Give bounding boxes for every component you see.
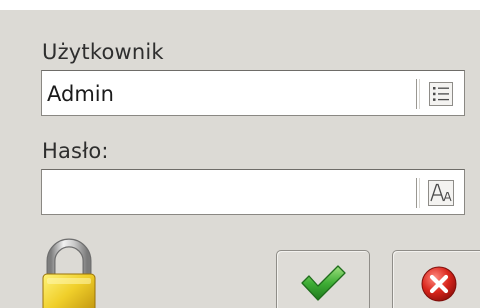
checkmark-icon <box>301 265 346 301</box>
list-icon <box>429 82 453 106</box>
password-field[interactable] <box>41 169 465 215</box>
confirm-button[interactable] <box>276 250 370 308</box>
username-value: Admin <box>47 82 114 106</box>
field-separator <box>416 79 420 109</box>
login-dialog: Użytkownik Admin Hasło: <box>0 10 480 308</box>
password-label: Hasło: <box>42 139 109 163</box>
padlock-icon <box>42 238 96 308</box>
window-edge <box>480 10 485 308</box>
cancel-icon <box>421 266 457 302</box>
user-list-button[interactable] <box>424 77 458 111</box>
username-field[interactable]: Admin <box>41 70 465 116</box>
username-label: Użytkownik <box>42 40 164 64</box>
cancel-button[interactable] <box>392 250 480 308</box>
keyboard-button[interactable] <box>424 176 458 210</box>
keyboard-icon <box>428 180 454 206</box>
field-separator <box>416 178 420 208</box>
